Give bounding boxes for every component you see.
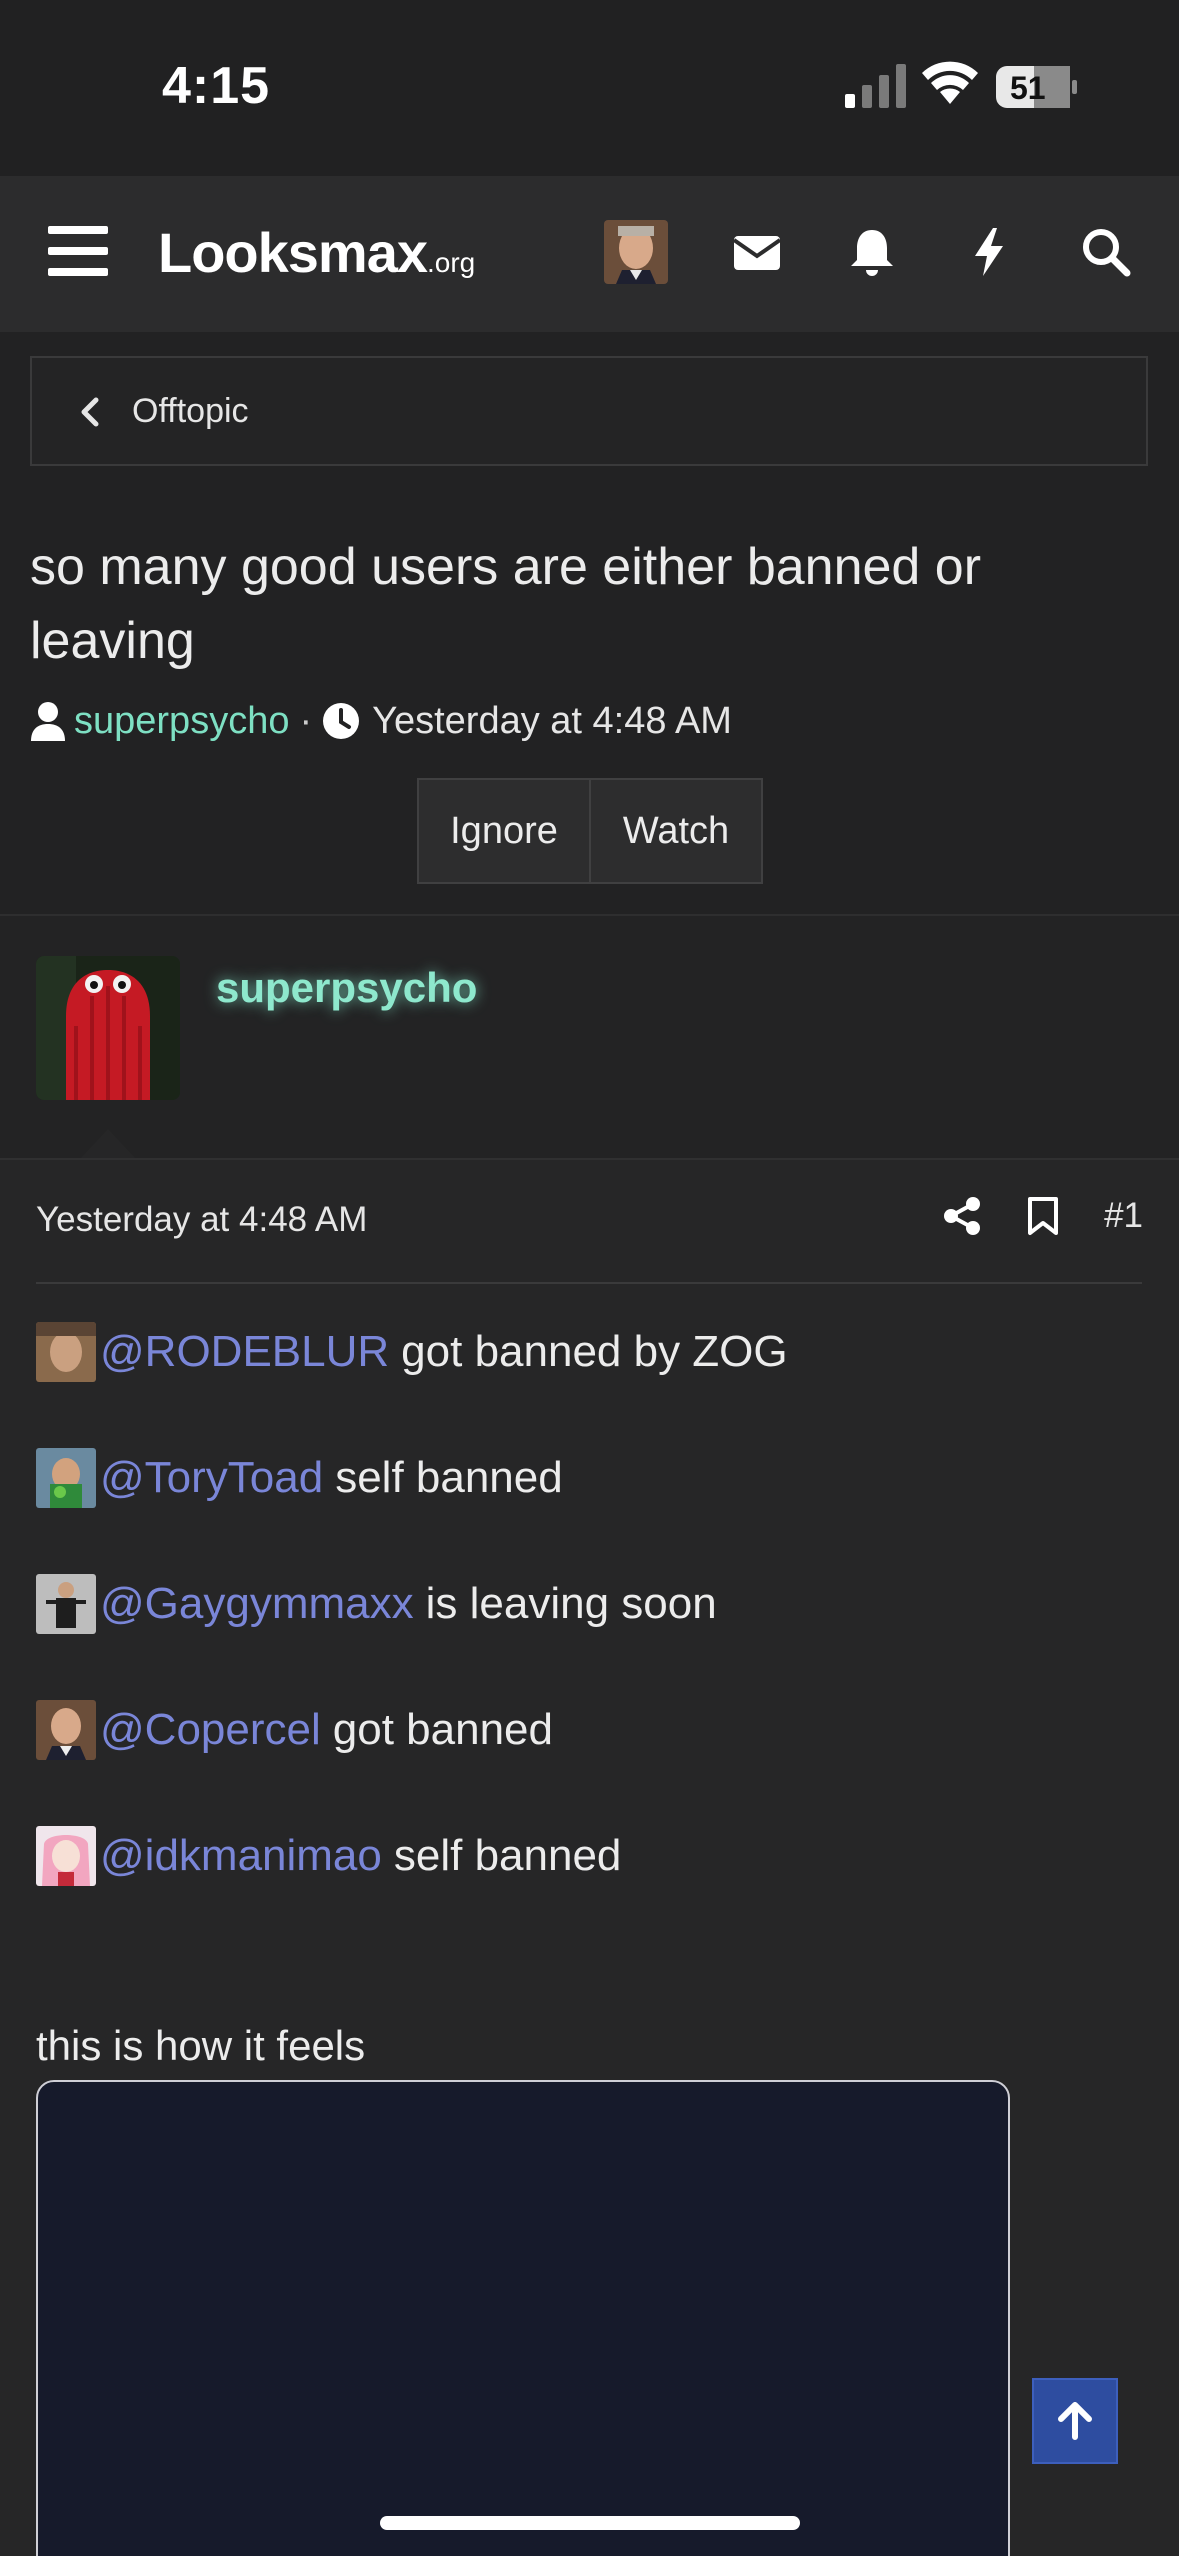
mention-avatar[interactable] [36, 1322, 96, 1382]
bell-icon[interactable] [846, 226, 898, 278]
mention-line: @Gaygymmaxx is leaving soon [36, 1574, 717, 1634]
mention-link[interactable]: @Copercel [100, 1705, 321, 1755]
arrow-up-icon [1058, 2402, 1092, 2440]
cellular-signal-icon [845, 64, 906, 108]
bookmark-icon[interactable] [1026, 1196, 1060, 1236]
mention-line: @ToryToad self banned [36, 1448, 563, 1508]
user-avatar[interactable] [604, 220, 668, 284]
ignore-button[interactable]: Ignore [417, 778, 591, 884]
post-date[interactable]: Yesterday at 4:48 AM [36, 1200, 367, 1240]
scroll-to-top-button[interactable] [1032, 2378, 1118, 2464]
top-navbar: Looksmax.org [0, 176, 1179, 332]
mention-avatar[interactable] [36, 1574, 96, 1634]
mention-text: self banned [335, 1453, 563, 1502]
share-icon[interactable] [942, 1196, 982, 1236]
wifi-icon [922, 61, 978, 104]
thread-meta: superpsycho · Yesterday at 4:48 AM [30, 696, 732, 746]
chevron-left-icon [81, 397, 99, 427]
embedded-media[interactable] [36, 2080, 1010, 2556]
divider [36, 1282, 1142, 1284]
breadcrumb[interactable]: Offtopic [30, 356, 1148, 466]
mention-text: is leaving soon [425, 1579, 717, 1628]
status-bar: 4:15 51 [0, 0, 1179, 176]
mention-link[interactable]: @ToryToad [100, 1453, 323, 1503]
logo-text: Looksmax [158, 221, 428, 284]
battery-percent: 51 [1010, 70, 1046, 106]
post-user-block: superpsycho [0, 914, 1179, 1161]
mention-link[interactable]: @RODEBLUR [100, 1327, 389, 1377]
logo-suffix: .org [427, 247, 476, 278]
thread-title: so many good users are either banned or … [30, 538, 982, 670]
post-author-name[interactable]: superpsycho [216, 964, 477, 1012]
mention-line: @idkmanimao self banned [36, 1826, 621, 1886]
mail-icon[interactable] [731, 226, 783, 278]
mention-text: got banned [332, 1705, 553, 1754]
mention-line: @RODEBLUR got banned by ZOG [36, 1322, 788, 1382]
menu-icon[interactable] [48, 226, 108, 282]
bolt-icon[interactable] [963, 226, 1015, 278]
thread-date[interactable]: Yesterday at 4:48 AM [372, 700, 732, 743]
user-icon [31, 702, 65, 741]
home-indicator[interactable] [380, 2516, 800, 2530]
mention-text: got banned by ZOG [401, 1327, 788, 1376]
mention-link[interactable]: @idkmanimao [100, 1831, 382, 1881]
mention-link[interactable]: @Gaygymmaxx [100, 1579, 414, 1629]
breadcrumb-label: Offtopic [132, 392, 249, 430]
post-text: this is how it feels [36, 2022, 366, 2069]
thread-actions: Ignore Watch [417, 778, 763, 884]
thread-author-link[interactable]: superpsycho [74, 700, 289, 743]
post-author-avatar[interactable] [36, 956, 180, 1100]
mention-avatar[interactable] [36, 1700, 96, 1760]
mention-text: self banned [393, 1831, 622, 1880]
clock-icon [323, 703, 360, 739]
watch-button[interactable]: Watch [591, 778, 763, 884]
search-icon[interactable] [1080, 226, 1132, 278]
post-body: Yesterday at 4:48 AM #1 @RODEBLUR got ba… [0, 1158, 1179, 2556]
mention-avatar[interactable] [36, 1826, 96, 1886]
battery-indicator: 51 [996, 66, 1078, 108]
mention-line: @Copercel got banned [36, 1700, 553, 1760]
post-number-link[interactable]: #1 [1104, 1196, 1143, 1236]
mention-avatar[interactable] [36, 1448, 96, 1508]
post-actions: #1 [942, 1196, 1143, 1236]
site-logo[interactable]: Looksmax.org [158, 220, 475, 285]
message-pointer [78, 1129, 138, 1161]
meta-separator: · [299, 699, 313, 742]
status-time: 4:15 [162, 57, 271, 115]
